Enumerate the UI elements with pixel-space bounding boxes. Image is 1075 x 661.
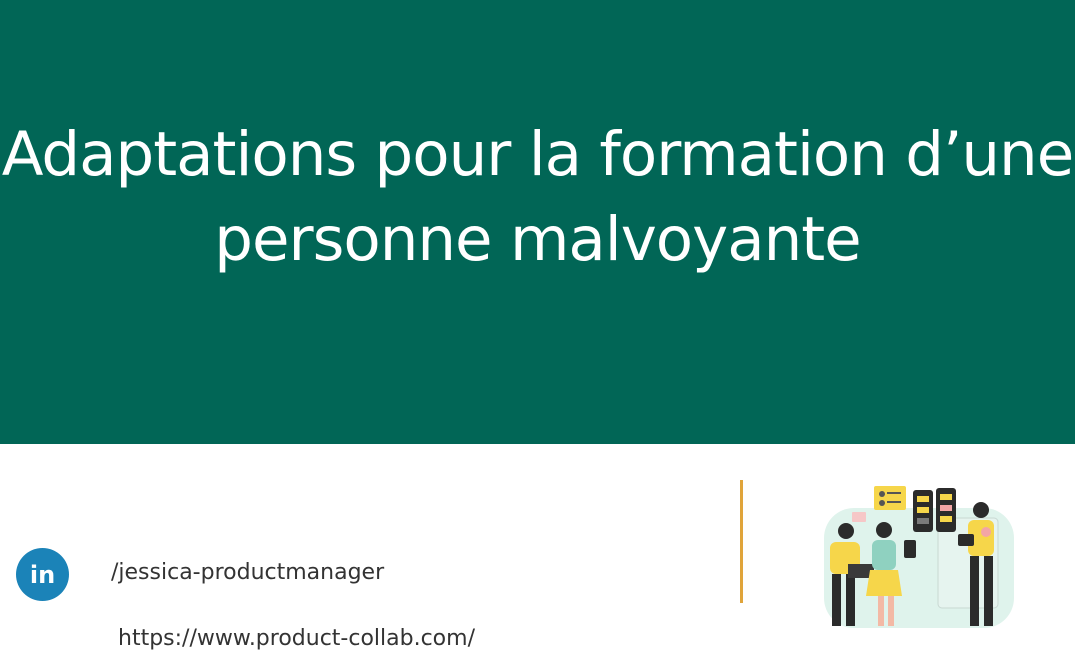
linkedin-handle-link[interactable]: /jessica-productmanager — [111, 560, 384, 585]
slide-title-line-2: personne malvoyante — [214, 204, 861, 275]
linkedin-icon[interactable]: in — [16, 548, 69, 601]
slide-title-line-1: Adaptations pour la formation d’une — [1, 119, 1074, 190]
vertical-divider — [740, 480, 743, 603]
website-link[interactable]: https://www.product-collab.com/ — [118, 626, 475, 651]
slide-title: Adaptations pour la formation d’une pers… — [0, 112, 1075, 282]
team-collaboration-illustration — [824, 486, 1014, 628]
title-banner: Adaptations pour la formation d’une pers… — [0, 0, 1075, 444]
linkedin-icon-label: in — [29, 560, 56, 589]
